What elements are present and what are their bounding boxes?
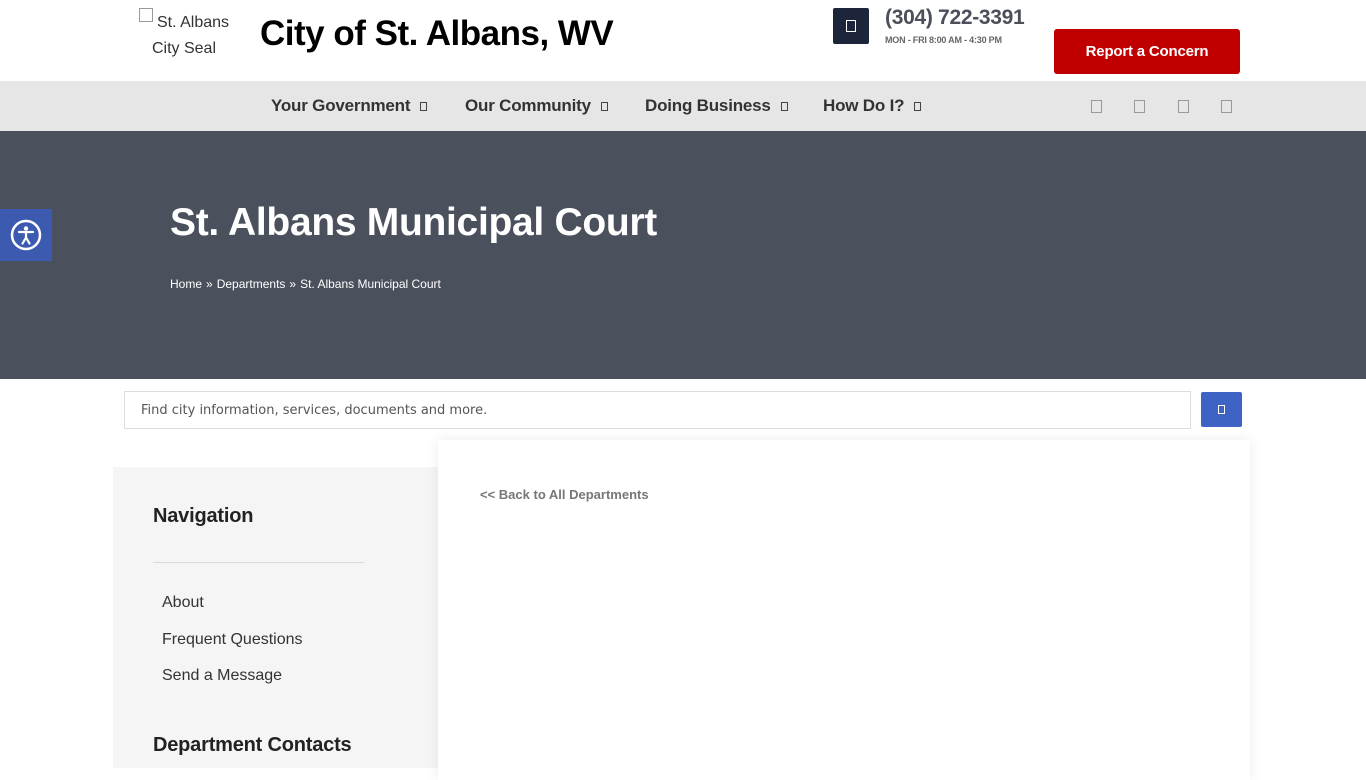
nav-item-label: Doing Business bbox=[645, 96, 771, 115]
chevron-down-icon bbox=[420, 101, 428, 111]
nav-item-how-do-i[interactable]: How Do I? bbox=[823, 81, 922, 131]
main-content-card: << Back to All Departments bbox=[438, 440, 1250, 780]
seal-alt-text: St. Albans City Seal bbox=[151, 14, 230, 57]
back-to-departments-link[interactable]: << Back to All Departments bbox=[480, 487, 649, 502]
navigation-heading: Navigation bbox=[153, 505, 254, 527]
city-seal-logo[interactable]: St. Albans City Seal bbox=[128, 8, 240, 62]
breadcrumb-separator: » bbox=[289, 277, 297, 291]
breadcrumb-current: St. Albans Municipal Court bbox=[300, 277, 441, 291]
search-input[interactable] bbox=[124, 391, 1191, 429]
nav-item-label: Our Community bbox=[465, 96, 591, 115]
page-hero: St. Albans Municipal Court Home» Departme… bbox=[0, 131, 1366, 379]
search-button[interactable] bbox=[1201, 392, 1242, 427]
broken-image-icon bbox=[138, 8, 153, 22]
breadcrumb-separator: » bbox=[206, 277, 213, 291]
nav-item-our-community[interactable]: Our Community bbox=[465, 81, 608, 131]
search-icon bbox=[1218, 405, 1225, 414]
facebook-icon[interactable] bbox=[1091, 81, 1102, 131]
nav-item-label: How Do I? bbox=[823, 96, 905, 115]
phone-number[interactable]: (304) 722-3391 bbox=[885, 6, 1025, 30]
site-header: St. Albans City Seal City of St. Albans,… bbox=[0, 0, 1366, 81]
breadcrumb: Home» Departments» St. Albans Municipal Co… bbox=[170, 277, 441, 291]
chevron-down-icon bbox=[914, 101, 922, 111]
nav-item-doing-business[interactable]: Doing Business bbox=[645, 81, 788, 131]
nav-item-your-government[interactable]: Your Government bbox=[271, 81, 428, 131]
twitter-icon[interactable] bbox=[1134, 81, 1145, 131]
accessibility-icon bbox=[10, 219, 42, 251]
page-title: St. Albans Municipal Court bbox=[170, 201, 657, 244]
breadcrumb-departments[interactable]: Departments bbox=[217, 277, 286, 291]
breadcrumb-home[interactable]: Home bbox=[170, 277, 202, 291]
site-title[interactable]: City of St. Albans, WV bbox=[260, 14, 614, 54]
accessibility-toolbar-button[interactable] bbox=[0, 209, 52, 261]
sidebar-link-send-message[interactable]: Send a Message bbox=[162, 667, 282, 685]
sidebar-link-about[interactable]: About bbox=[162, 594, 204, 612]
department-contacts-heading: Department Contacts bbox=[153, 734, 352, 756]
phone-icon[interactable] bbox=[833, 8, 869, 44]
sidebar-link-frequent-questions[interactable]: Frequent Questions bbox=[162, 631, 303, 649]
chevron-down-icon bbox=[600, 101, 608, 111]
sidebar: Navigation About Frequent Questions Send… bbox=[113, 467, 439, 768]
sidebar-divider bbox=[153, 562, 364, 563]
instagram-icon[interactable] bbox=[1178, 81, 1189, 131]
chevron-down-icon bbox=[780, 101, 788, 111]
youtube-icon[interactable] bbox=[1221, 81, 1232, 131]
report-concern-button[interactable]: Report a Concern bbox=[1054, 29, 1240, 74]
office-hours: MON - FRI 8:00 AM - 4:30 PM bbox=[885, 35, 1002, 45]
nav-item-label: Your Government bbox=[271, 96, 411, 115]
main-navigation: Your Government Our Community Doing Busi… bbox=[0, 81, 1366, 131]
